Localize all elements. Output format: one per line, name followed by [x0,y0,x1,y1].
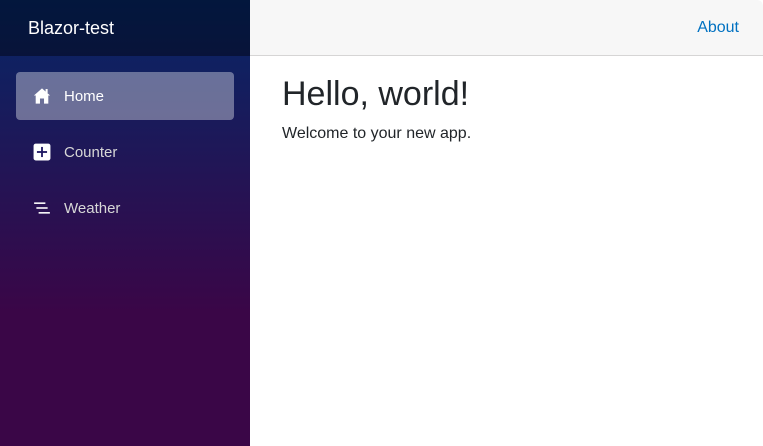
top-bar: About [250,0,763,56]
nav-menu: Home Counter Weather [0,56,250,240]
main-area: About Hello, world! Welcome to your new … [250,0,763,446]
sidebar-item-weather[interactable]: Weather [16,184,234,232]
sidebar-item-home[interactable]: Home [16,72,234,120]
sidebar-item-counter[interactable]: Counter [16,128,234,176]
sidebar-item-label: Home [64,87,105,105]
brand-link[interactable]: Blazor-test [28,18,114,39]
house-icon [32,86,52,106]
about-link[interactable]: About [697,19,739,37]
sidebar-item-label: Weather [64,199,121,217]
brand-bar: Blazor-test [0,0,250,56]
welcome-text: Welcome to your new app. [282,124,472,142]
sidebar-item-label: Counter [64,143,118,161]
page-content: Hello, world! Welcome to your new app. [250,56,763,143]
list-icon [32,198,52,218]
app-window: Blazor-test Home Counter Weather About H… [0,0,763,446]
page-title: Hello, world! [282,75,470,113]
sidebar: Blazor-test Home Counter Weather [0,0,250,446]
plus-square-icon [32,142,52,162]
